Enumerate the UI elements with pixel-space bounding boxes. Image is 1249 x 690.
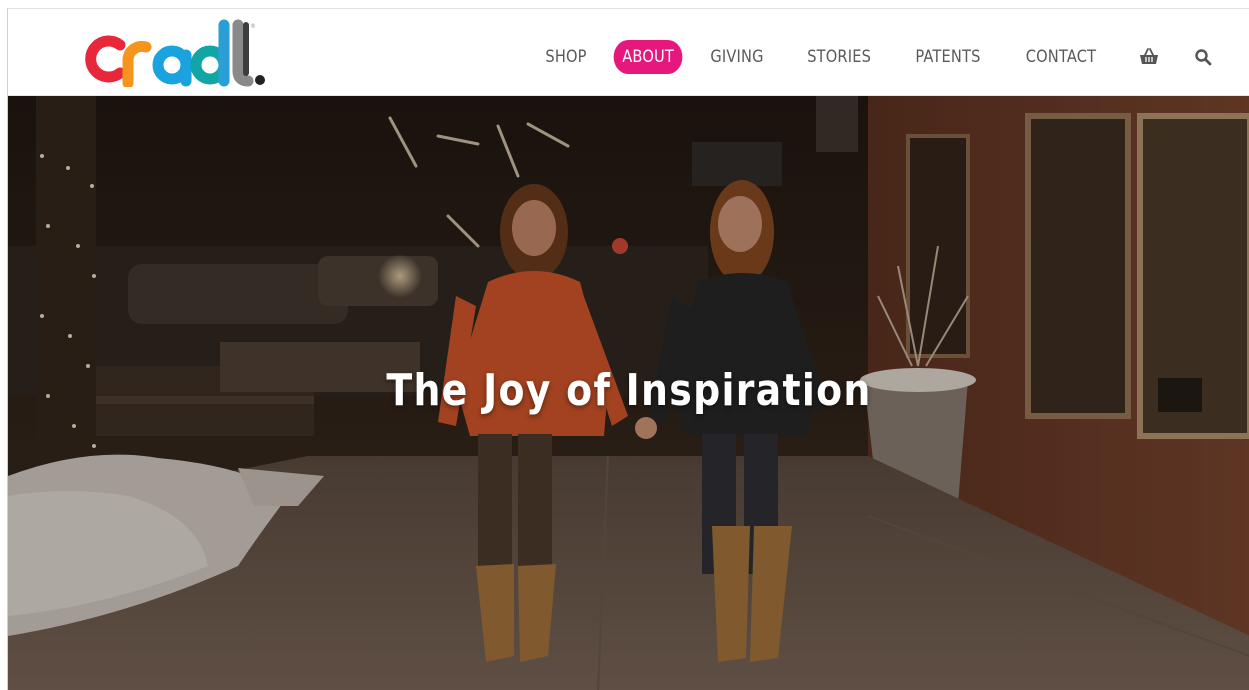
hero-banner: The Joy of Inspiration [8, 96, 1249, 690]
nav-about[interactable]: ABOUT [613, 40, 683, 74]
nav-contact[interactable]: CONTACT [1018, 40, 1106, 74]
nav-shop[interactable]: SHOP [537, 40, 595, 74]
browser-viewport: ® SHOP ABOUT GIVING STORIES PATENTS CONT… [7, 8, 1249, 690]
cradl-logo-icon: ® [85, 19, 265, 89]
svg-text:®: ® [250, 23, 256, 30]
basket-icon[interactable] [1132, 40, 1166, 74]
main-nav: SHOP ABOUT GIVING STORIES PATENTS CONTAC… [532, 40, 1220, 74]
left-margin [0, 0, 7, 689]
site-header: ® SHOP ABOUT GIVING STORIES PATENTS CONT… [8, 9, 1249, 96]
brand-logo[interactable]: ® [82, 19, 266, 89]
nav-stories[interactable]: STORIES [799, 40, 880, 74]
nav-patents[interactable]: PATENTS [907, 40, 989, 74]
hero-title: The Joy of Inspiration [386, 365, 872, 416]
nav-giving[interactable]: GIVING [702, 40, 772, 74]
search-icon[interactable] [1186, 40, 1220, 74]
